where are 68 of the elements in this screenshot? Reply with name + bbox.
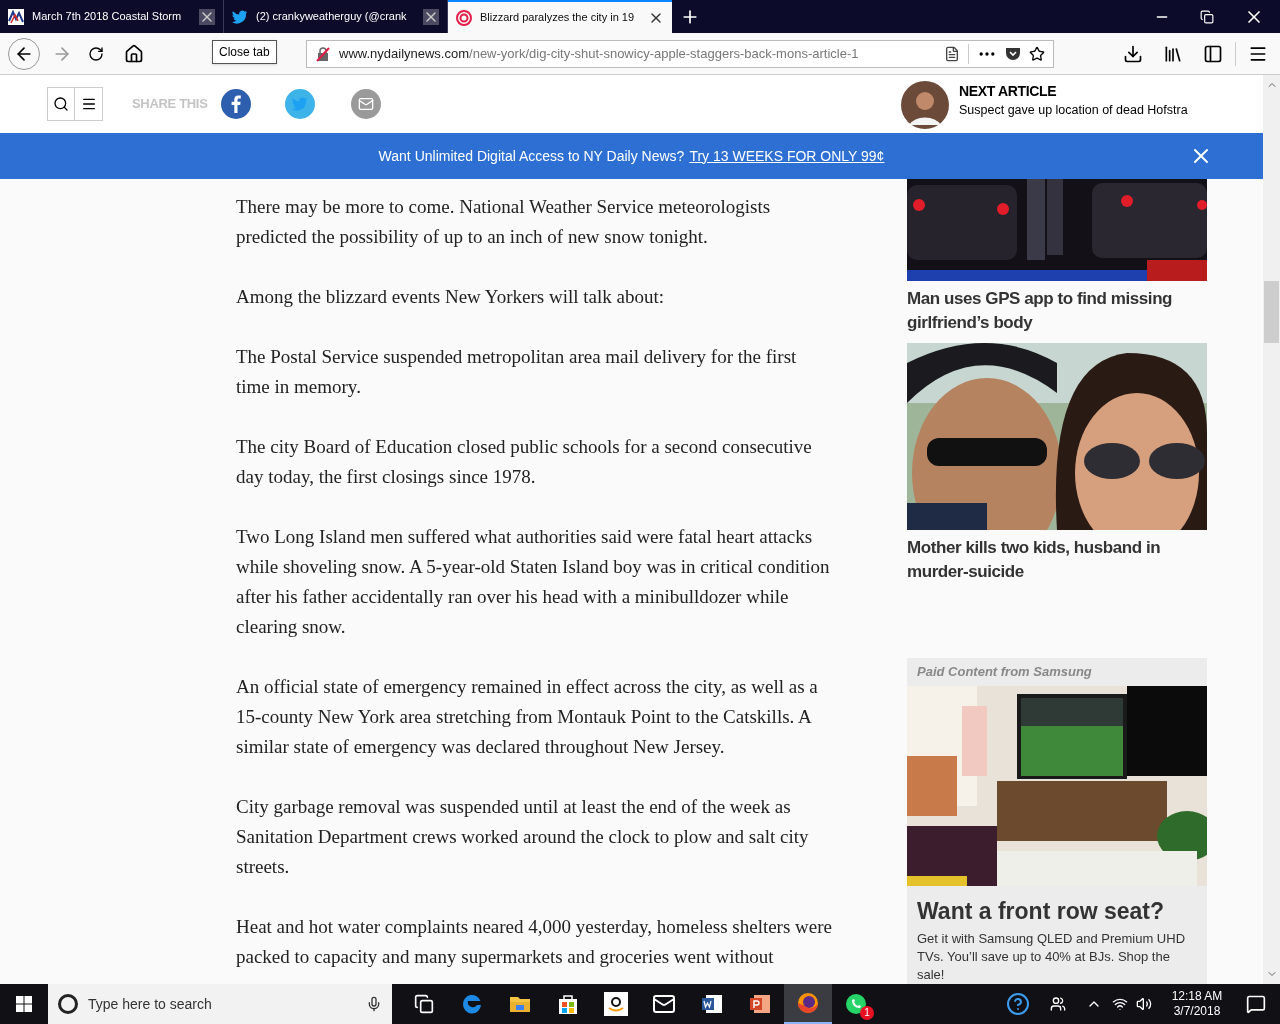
- speaker-icon[interactable]: [1136, 996, 1152, 1012]
- facebook-icon: [231, 95, 242, 113]
- chat-bubble-icon: [844, 992, 868, 1016]
- clock-date[interactable]: 3/7/2018: [1173, 1004, 1221, 1019]
- scrollbar[interactable]: [1263, 75, 1280, 984]
- bird-icon: [232, 9, 248, 24]
- next-article-link[interactable]: Suspect gave up location of dead Hofstra: [959, 102, 1188, 118]
- sponsored-label: Paid Content from Samsung: [916, 663, 1093, 681]
- tab-title: Blizzard paralyzes the city in 19: [480, 10, 636, 26]
- envelope-icon: [358, 96, 375, 112]
- reload-icon[interactable]: [88, 45, 104, 62]
- scrollbar-thumb[interactable]: [1264, 281, 1279, 343]
- tooltip: Close tab: [212, 40, 277, 64]
- story-headline[interactable]: Man uses GPS app to find missing girlfriend’s body: [907, 287, 1207, 335]
- restore-icon[interactable]: [1200, 9, 1214, 24]
- close-icon[interactable]: [199, 8, 215, 25]
- taskbar-search-field[interactable]: Type here to search: [48, 984, 392, 1024]
- notifications-icon[interactable]: [1246, 994, 1266, 1014]
- document-icon: [700, 992, 724, 1016]
- shopping-bag-icon: [556, 992, 580, 1016]
- chart-icon: [8, 8, 24, 25]
- article-paragraph: City garbage removal was suspended until at least the end of the week as Sanitation Department crews worked around the clock to plow and salt city streets.: [236, 795, 810, 879]
- bird-icon: [292, 97, 309, 111]
- next-article-label: NEXT ARTICLE: [959, 82, 1058, 101]
- notification-badge: 1: [860, 1006, 874, 1020]
- clock-time[interactable]: 12:18 AM: [1171, 989, 1223, 1004]
- article-paragraph: Among the blizzard events New Yorkers will talk about:: [236, 285, 665, 309]
- help-icon[interactable]: [1006, 992, 1030, 1016]
- ad-title[interactable]: Want a front row seat?: [907, 885, 1207, 928]
- close-icon[interactable]: [423, 8, 439, 25]
- email-share-button[interactable]: [351, 89, 382, 119]
- sidebar-icon[interactable]: [1203, 43, 1223, 64]
- article-paragraph: There may be more to come. National Weather Service meteorologists predicted the possibility of up to an inch of new snow tonight.: [236, 195, 772, 249]
- spiral-icon: [456, 9, 472, 26]
- facebook-share-button[interactable]: [221, 89, 252, 119]
- article-paragraph: An official state of emergency remained in effect across the city, as well as a 15-county New York area stretching from Montauk Point to the Catskills. A similar state of emergency was declared throughout New Jersey.: [236, 675, 819, 759]
- pocket-icon[interactable]: [1005, 45, 1021, 62]
- ad-text: Get it with Samsung QLED and Premium UHD TVs. You’ll save up to 40% at BJs. Shop the sale!: [916, 930, 1187, 984]
- url-text: www.nydailynews.com/new-york/dig-city-shut-snowicy-apple-staggers-back-mons-article-1: [339, 44, 860, 63]
- address-bar[interactable]: www.nydailynews.com/new-york/dig-city-shut-snowicy-apple-staggers-back-mons-article-1: [306, 39, 1054, 68]
- bookmark-star-icon[interactable]: [1029, 45, 1045, 62]
- insecure-lock-icon: [315, 45, 331, 62]
- download-icon[interactable]: [1123, 43, 1143, 64]
- windows-start-icon[interactable]: [16, 996, 32, 1012]
- article-paragraph: Heat and hot water complaints neared 4,000 yesterday, homeless shelters were packed to capacity and many supermarkets and groceries went without: [236, 915, 833, 969]
- slides-icon: [748, 992, 772, 1016]
- people-icon[interactable]: [1050, 996, 1066, 1012]
- twitter-share-button[interactable]: [285, 89, 316, 119]
- task-view-icon: [414, 994, 434, 1014]
- share-label: SHARE THIS: [132, 95, 208, 114]
- browser-tab[interactable]: Blizzard paralyzes the city in 19: [448, 0, 672, 33]
- search-icon: [53, 96, 69, 112]
- article-paragraph: Two Long Island men suffered what authorities said were fatal heart attacks while shoveling snow. A 5-year-old Staten Island boy was in critical condition after his father accidentally ran over his head with a minibulldozer while clearing snow.: [236, 525, 831, 639]
- home-icon[interactable]: [124, 43, 144, 64]
- subscribe-link[interactable]: Try 13 WEEKS FOR ONLY 99¢: [689, 145, 885, 167]
- wifi-icon[interactable]: [1112, 996, 1128, 1012]
- article-paragraph: The city Board of Education closed public schools for a second consecutive day today, the first closings since 1978.: [236, 435, 813, 489]
- microphone-icon[interactable]: [366, 996, 382, 1012]
- tab-title: (2) crankyweatherguy (@crank: [256, 9, 408, 25]
- taskbar-app-button[interactable]: 1: [832, 984, 880, 1024]
- tab-title: March 7th 2018 Coastal Storm: [32, 9, 183, 25]
- menu-icon: [80, 96, 97, 112]
- banner-text: Want Unlimited Digital Access to NY Daily News?: [378, 146, 685, 166]
- avatar: [901, 81, 949, 129]
- mail-icon: [652, 992, 676, 1016]
- article-paragraph: The Postal Service suspended metropolitan area mail delivery for the first time in memory.: [236, 345, 798, 399]
- story-headline[interactable]: Mother kills two kids, husband in murder-suicide: [907, 536, 1207, 584]
- reader-view-icon[interactable]: [944, 45, 960, 62]
